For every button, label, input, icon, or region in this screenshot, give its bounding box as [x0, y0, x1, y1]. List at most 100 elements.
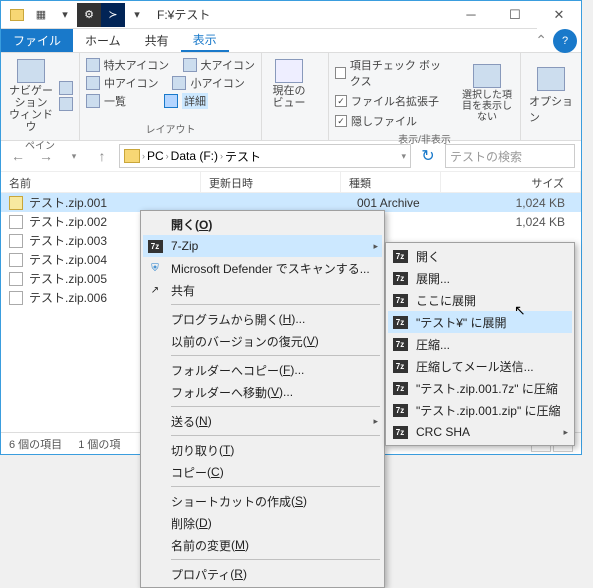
preview-icon [59, 81, 73, 95]
column-date[interactable]: 更新日時 [201, 172, 341, 192]
folder-icon [124, 149, 140, 163]
column-name[interactable]: 名前 [1, 172, 201, 192]
hide-icon [473, 64, 501, 88]
layout-details[interactable]: 詳細 [182, 93, 208, 109]
ctx-defender[interactable]: ⛨Microsoft Defender でスキャンする... [143, 257, 382, 279]
7z-open[interactable]: 7z開く [388, 245, 572, 267]
ribbon-group-options: オプション [521, 53, 581, 140]
powershell-icon[interactable]: ≻ [101, 3, 125, 27]
preview-pane-button[interactable] [59, 81, 73, 95]
item-count: 6 個の項目 [9, 436, 62, 452]
file-icon [9, 272, 23, 286]
breadcrumb-folder[interactable]: テスト [225, 148, 261, 165]
address-bar: ← → ▾ ↑ › PC › Data (F:) › テスト ▾ ↻ テストの検… [1, 141, 581, 171]
column-headers: 名前 更新日時 種類 サイズ [1, 171, 581, 193]
ribbon-group-layout: 特大アイコン大アイコン 中アイコン小アイコン 一覧詳細 レイアウト [80, 53, 262, 140]
minimize-button[interactable]: ─ [449, 1, 493, 29]
selection-count: 1 個の項 [78, 436, 120, 452]
tab-view[interactable]: 表示 [181, 29, 229, 52]
ctx-send-to[interactable]: 送る(N)▸ [143, 410, 382, 432]
layout-xlarge[interactable]: 特大アイコン [104, 57, 169, 73]
ctx-open-with[interactable]: プログラムから開く(H)... [143, 308, 382, 330]
7z-extract-here[interactable]: 7zここに展開 [388, 289, 572, 311]
breadcrumb-pc[interactable]: PC [147, 149, 164, 163]
hide-selected-button[interactable]: 選択した項目を表示しない [460, 57, 514, 129]
share-icon: ↗ [147, 282, 163, 298]
options-icon [537, 67, 565, 91]
file-icon [9, 234, 23, 248]
window-title: F:¥テスト [149, 6, 449, 23]
ribbon-tabs: ファイル ホーム 共有 表示 ⌃ ? [1, 29, 581, 53]
back-button[interactable]: ← [7, 145, 29, 167]
settings-icon[interactable]: ⚙ [77, 3, 101, 27]
7z-compress[interactable]: 7z圧縮... [388, 333, 572, 355]
layout-list[interactable]: 一覧 [104, 93, 126, 109]
breadcrumb-drive[interactable]: Data (F:) [171, 149, 218, 163]
minimize-ribbon-button[interactable]: ⌃ [529, 29, 553, 52]
file-icon [9, 253, 23, 267]
layout-medium[interactable]: 中アイコン [104, 75, 158, 91]
ribbon-group-pane: ナビゲーション ウィンドウ ペイン [1, 53, 80, 140]
sort-icon [275, 59, 303, 83]
options-button[interactable]: オプション [527, 57, 575, 134]
details-icon [59, 97, 73, 111]
7z-extract-to[interactable]: 7z"テスト¥" に展開 [388, 311, 572, 333]
checkbox-hidden-items[interactable]: ✓隠しファイル [335, 113, 450, 129]
up-button[interactable]: ↑ [91, 145, 113, 167]
maximize-button[interactable]: ☐ [493, 1, 537, 29]
ctx-previous-versions[interactable]: 以前のバージョンの復元(V) [143, 330, 382, 352]
properties-icon[interactable]: ▦ [29, 3, 53, 27]
ctx-move-to-folder[interactable]: フォルダーへ移動(V)... [143, 381, 382, 403]
quick-access-toolbar: ▦ ▾ ⚙ ≻ ▾ [1, 3, 149, 27]
ctx-7zip[interactable]: 7z7-Zip▸ [143, 235, 382, 257]
window-controls: ─ ☐ ✕ [449, 1, 581, 29]
pane-misc [59, 57, 73, 135]
ribbon-group-current-view: 現在のビュー 現在のビュー [262, 53, 329, 140]
context-menu-7zip: 7z開く 7z展開... 7zここに展開 7z"テスト¥" に展開 7z圧縮..… [385, 242, 575, 446]
titlebar: ▦ ▾ ⚙ ≻ ▾ F:¥テスト ─ ☐ ✕ [1, 1, 581, 29]
navigation-pane-button[interactable]: ナビゲーション ウィンドウ [7, 57, 55, 135]
search-input[interactable]: テストの検索 [445, 144, 575, 168]
checkbox-item-checkboxes[interactable]: 項目チェック ボックス [335, 57, 450, 89]
ctx-delete[interactable]: 削除(D) [143, 512, 382, 534]
folder-icon[interactable] [5, 3, 29, 27]
current-view-button[interactable]: 現在のビュー [268, 57, 310, 111]
7z-extract[interactable]: 7z展開... [388, 267, 572, 289]
breadcrumb-history-dropdown[interactable]: ▾ [401, 151, 406, 162]
checkbox-file-extensions[interactable]: ✓ファイル名拡張子 [335, 93, 450, 109]
column-size[interactable]: サイズ [441, 172, 581, 192]
tab-share[interactable]: 共有 [133, 29, 181, 52]
tab-home[interactable]: ホーム [73, 29, 133, 52]
7z-compress-mail[interactable]: 7z圧縮してメール送信... [388, 355, 572, 377]
file-icon [9, 291, 23, 305]
file-icon [9, 215, 23, 229]
history-dropdown[interactable]: ▾ [63, 145, 85, 167]
ctx-cut[interactable]: 切り取り(T) [143, 439, 382, 461]
ctx-copy-to-folder[interactable]: フォルダーへコピー(F)... [143, 359, 382, 381]
layout-large[interactable]: 大アイコン [201, 57, 255, 73]
7z-compress-7z[interactable]: 7z"テスト.zip.001.7z" に圧縮 [388, 377, 572, 399]
ctx-create-shortcut[interactable]: ショートカットの作成(S) [143, 490, 382, 512]
refresh-button[interactable]: ↻ [417, 145, 439, 167]
breadcrumb[interactable]: › PC › Data (F:) › テスト ▾ [119, 144, 411, 168]
ctx-properties[interactable]: プロパティ(R) [143, 563, 382, 585]
qat-dropdown[interactable]: ▾ [53, 3, 77, 27]
forward-button[interactable]: → [35, 145, 57, 167]
ctx-copy[interactable]: コピー(C) [143, 461, 382, 483]
help-button[interactable]: ? [553, 29, 577, 53]
archive-icon [9, 196, 23, 210]
layout-small[interactable]: 小アイコン [190, 75, 244, 91]
column-type[interactable]: 種類 [341, 172, 441, 192]
close-button[interactable]: ✕ [537, 1, 581, 29]
qat-divider: ▾ [125, 3, 149, 27]
ctx-share[interactable]: ↗共有 [143, 279, 382, 301]
ctx-open[interactable]: 開く(O) [143, 213, 382, 235]
tab-file[interactable]: ファイル [1, 29, 73, 52]
7z-compress-zip[interactable]: 7z"テスト.zip.001.zip" に圧縮 [388, 399, 572, 421]
7z-crc-sha[interactable]: 7zCRC SHA▸ [388, 421, 572, 443]
shield-icon: ⛨ [147, 260, 163, 276]
details-pane-button[interactable] [59, 97, 73, 111]
context-menu-main: 開く(O) 7z7-Zip▸ ⛨Microsoft Defender でスキャン… [140, 210, 385, 588]
ribbon-group-showhide: 項目チェック ボックス ✓ファイル名拡張子 ✓隠しファイル 選択した項目を表示し… [329, 53, 521, 140]
ctx-rename[interactable]: 名前の変更(M) [143, 534, 382, 556]
